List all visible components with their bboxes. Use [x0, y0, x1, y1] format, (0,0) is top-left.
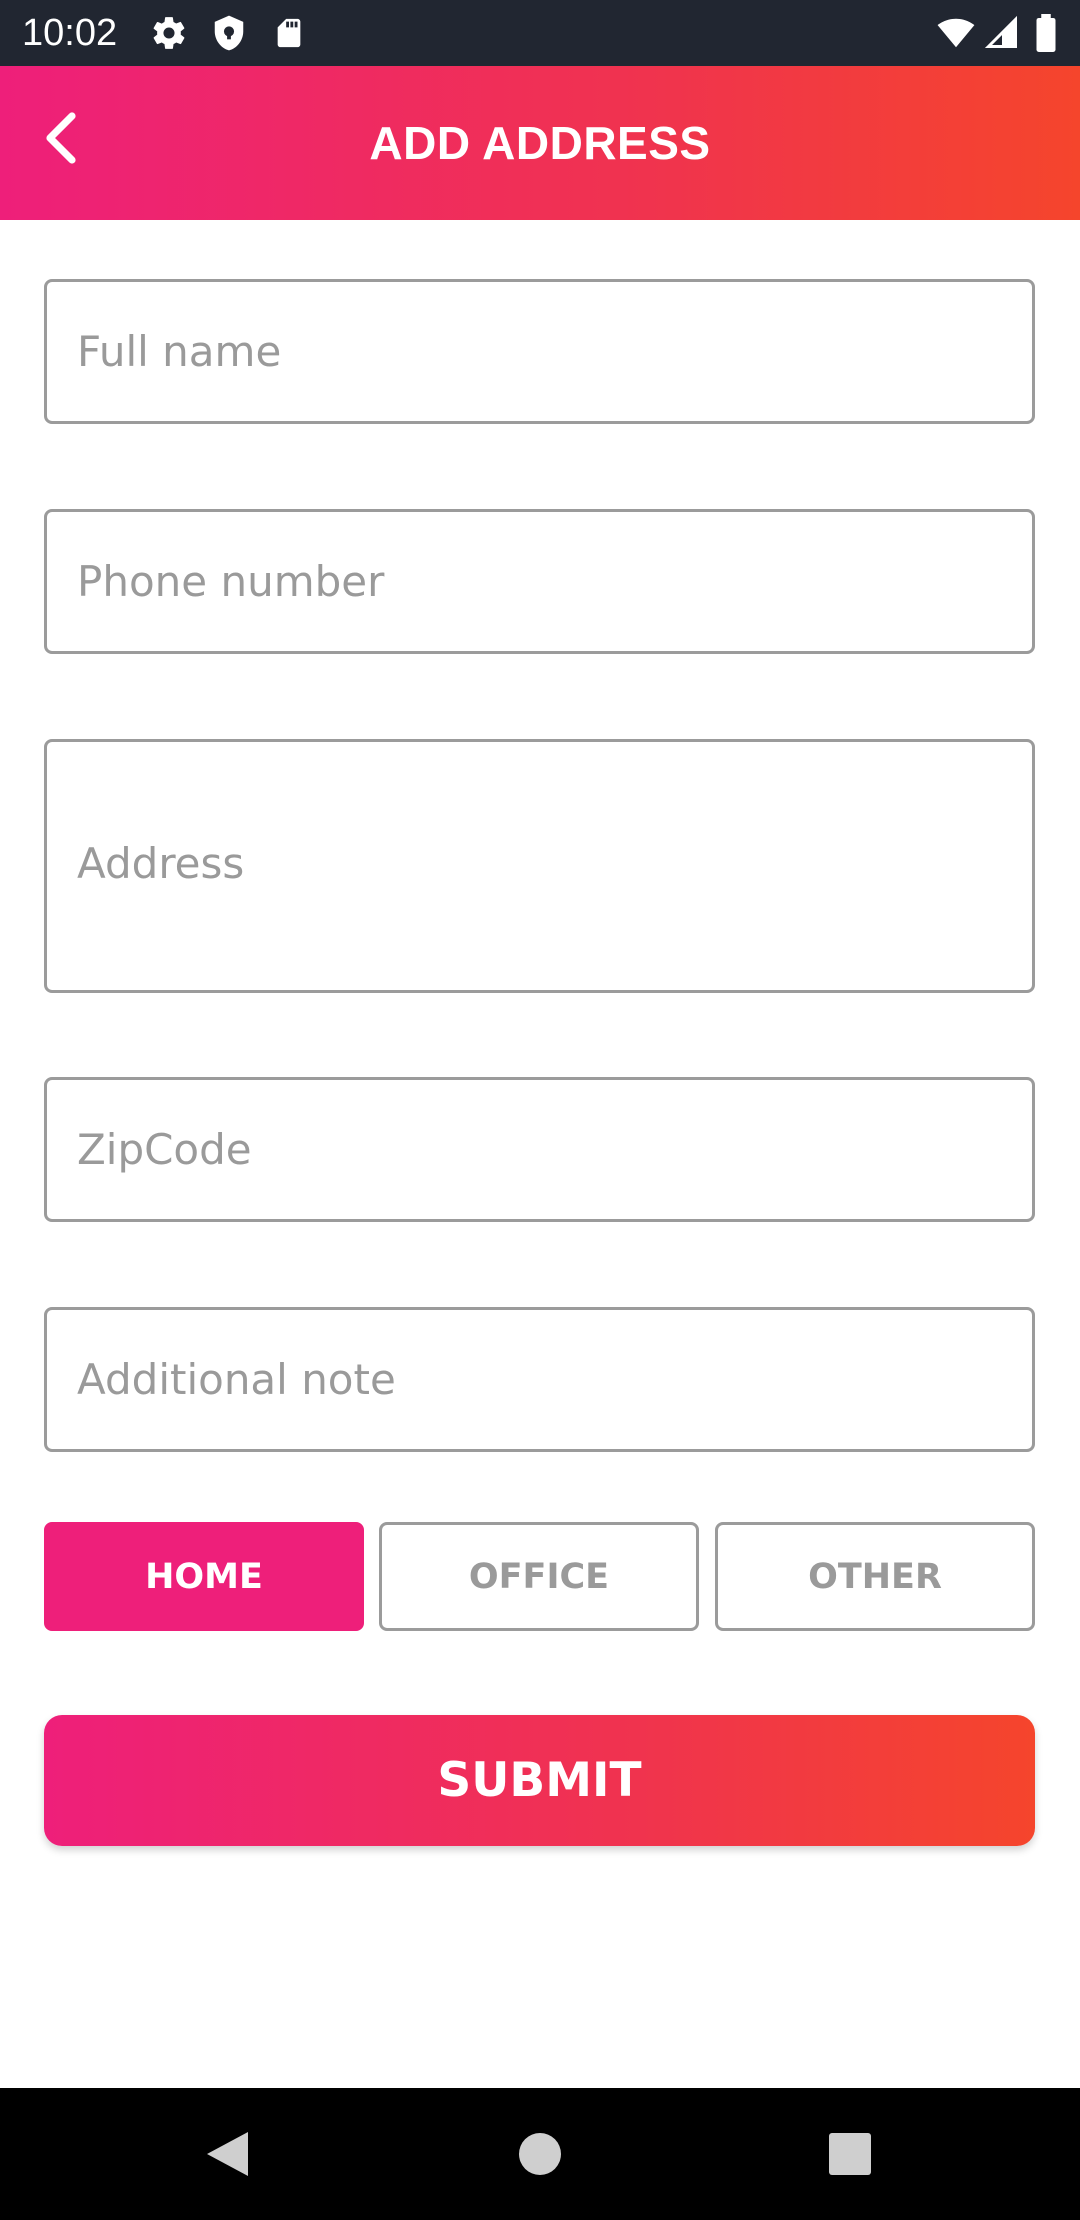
additional-note-field[interactable]: [44, 1307, 1035, 1452]
address-type-home-button[interactable]: HOME: [44, 1522, 364, 1631]
sd-card-icon: [277, 18, 301, 48]
zipcode-field[interactable]: [44, 1077, 1035, 1222]
home-circle-icon: [519, 2133, 561, 2175]
status-time: 10:02: [22, 12, 118, 54]
full-name-field[interactable]: [44, 279, 1035, 424]
shield-icon: [214, 15, 244, 51]
address-type-other-button[interactable]: OTHER: [715, 1522, 1035, 1631]
address-type-office-button[interactable]: OFFICE: [379, 1522, 699, 1631]
back-button[interactable]: [28, 106, 92, 170]
cell-signal-icon: [984, 15, 1017, 48]
submit-button[interactable]: SUBMIT: [44, 1715, 1035, 1846]
battery-icon: [1036, 14, 1056, 52]
gear-icon: [153, 17, 185, 49]
recents-square-icon: [829, 2133, 871, 2175]
page-title: ADD ADDRESS: [369, 117, 711, 169]
phone-number-field[interactable]: [44, 509, 1035, 654]
nav-recents-button[interactable]: [812, 2116, 888, 2192]
navigation-bar: [0, 2088, 1080, 2220]
nav-home-button[interactable]: [502, 2116, 578, 2192]
wifi-icon: [937, 18, 975, 48]
nav-back-button[interactable]: [189, 2116, 265, 2192]
app-bar: ADD ADDRESS: [0, 66, 1080, 220]
address-field[interactable]: [44, 739, 1035, 993]
chevron-left-icon: [46, 112, 76, 164]
back-triangle-icon: [207, 2132, 248, 2176]
status-bar: 10:02: [0, 0, 1080, 66]
